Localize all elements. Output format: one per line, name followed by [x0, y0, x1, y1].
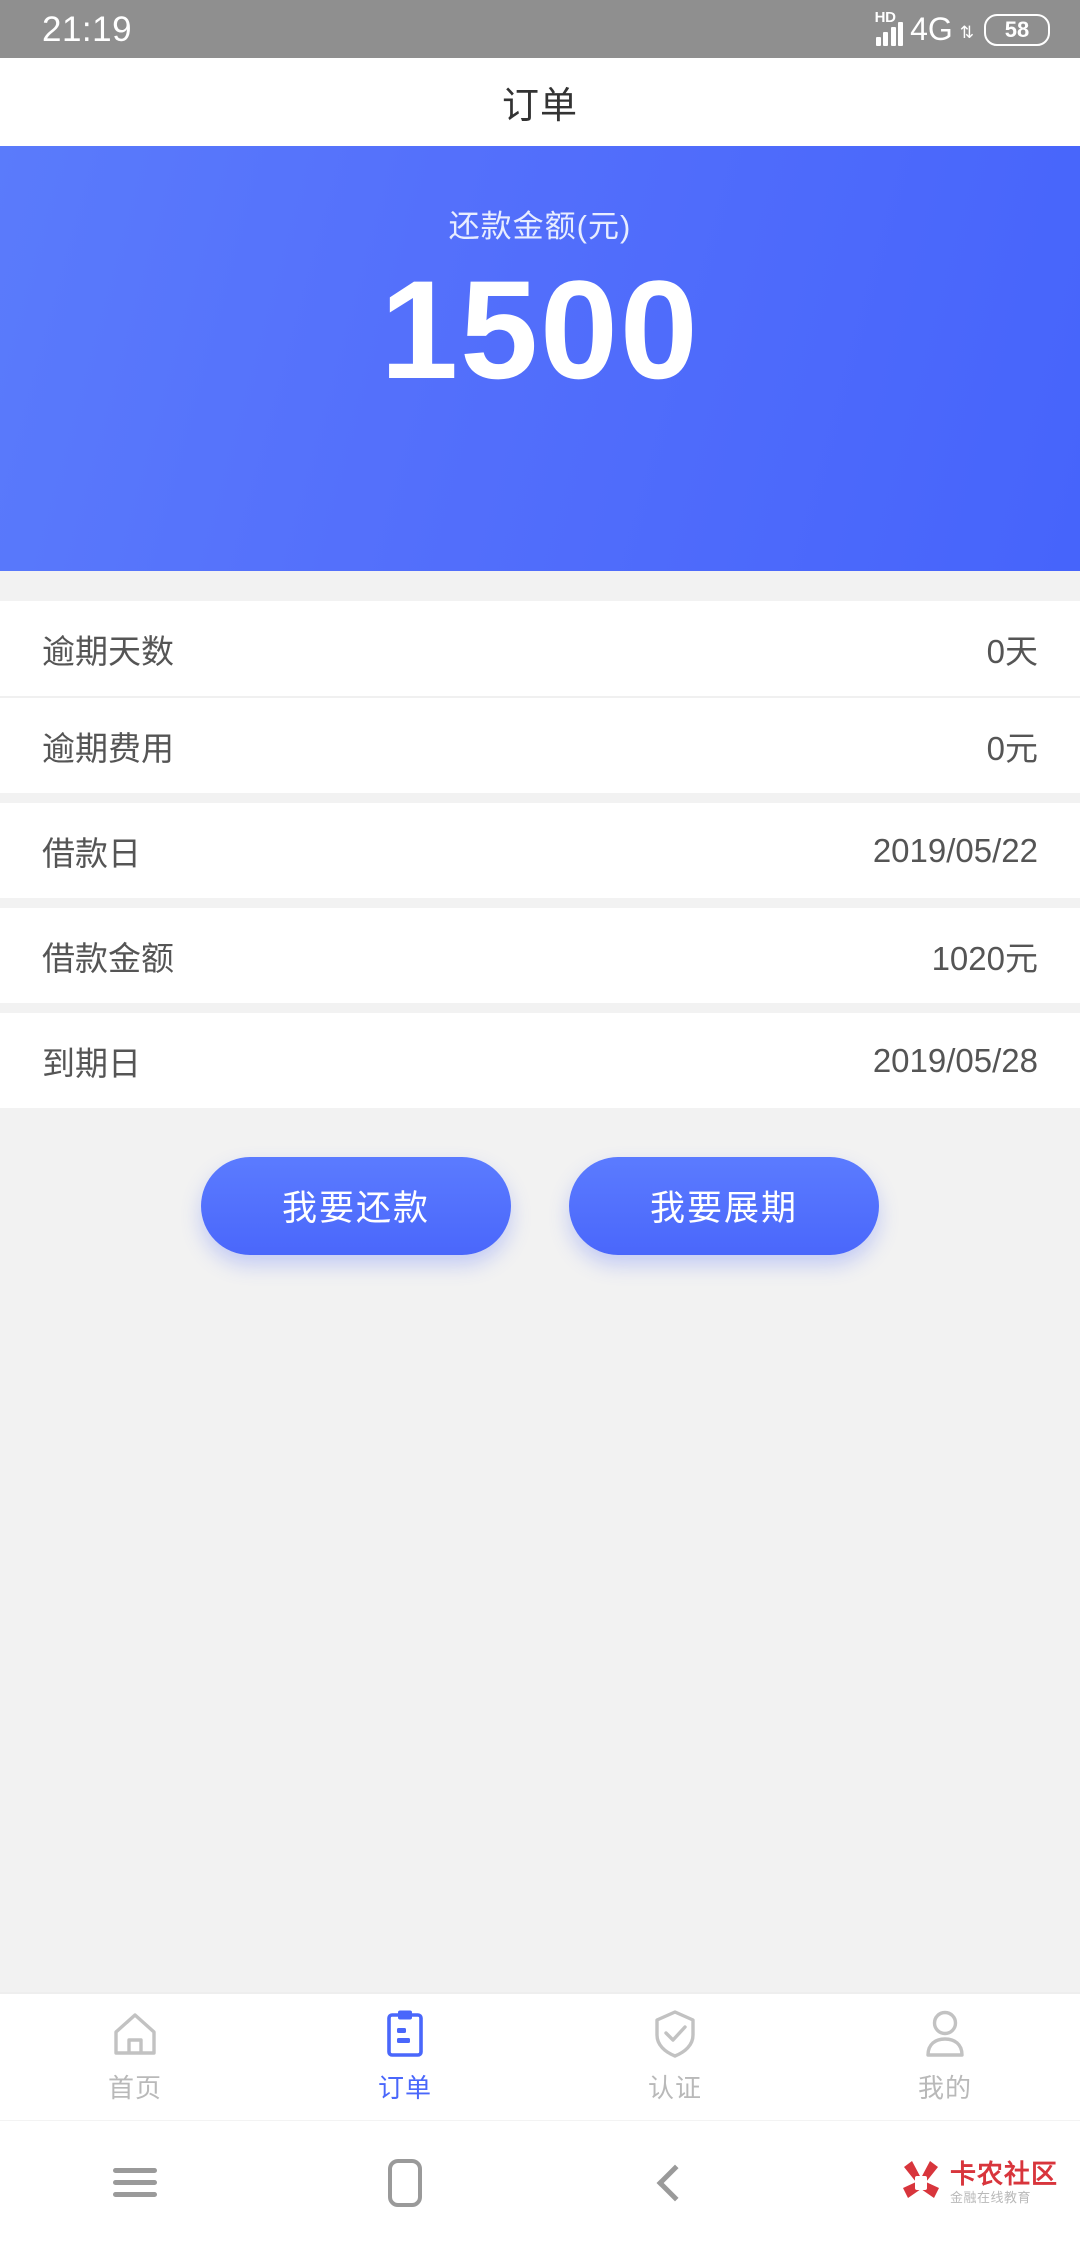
- row-label: 借款日: [42, 834, 141, 872]
- table-row: 借款金额 1020元: [0, 908, 1080, 1003]
- repayment-amount-label: 还款金额(元): [448, 209, 632, 244]
- repay-button[interactable]: 我要还款: [201, 1156, 511, 1255]
- section-divider: [0, 793, 1080, 803]
- tab-label: 首页: [107, 2073, 162, 2103]
- row-value: 0天: [986, 632, 1038, 670]
- row-label: 逾期费用: [42, 729, 174, 767]
- app-header: 订单: [0, 58, 1080, 146]
- row-label: 到期日: [42, 1044, 141, 1082]
- tab-home[interactable]: 首页: [0, 2009, 270, 2105]
- row-label: 借款金额: [42, 939, 174, 977]
- repayment-hero-banner: 还款金额(元) 1500: [0, 146, 1080, 571]
- repayment-amount-value: 1500: [380, 251, 700, 408]
- watermark-title: 卡农社区: [949, 2159, 1058, 2189]
- data-transfer-icon: ⇅: [959, 23, 974, 42]
- tab-label: 订单: [377, 2073, 432, 2103]
- network-type-label: 4G: [910, 11, 953, 47]
- page-title: 订单: [502, 85, 578, 126]
- status-bar-clock: 21:19: [42, 9, 133, 49]
- tab-verification[interactable]: 认证: [540, 2009, 810, 2105]
- loan-details-list: 逾期天数 0天 逾期费用 0元 借款日 2019/05/22 借款金额 1020…: [0, 601, 1080, 1108]
- section-divider: [0, 898, 1080, 908]
- tab-orders[interactable]: 订单: [270, 2009, 540, 2105]
- table-row: 到期日 2019/05/28: [0, 1013, 1080, 1108]
- phone-screen: 21:19 HD 4G ⇅ 58 订单 还款金额(元) 1500 逾期天数 0天: [0, 0, 1080, 2244]
- watermark-text: 卡农社区 金融在线教育: [950, 2161, 1058, 2204]
- hero-list-spacer: [0, 571, 1080, 601]
- section-divider: [0, 1003, 1080, 1013]
- recents-button[interactable]: [0, 2161, 270, 2204]
- clipboard-icon: [383, 2009, 427, 2059]
- kanong-mark-icon: [898, 2158, 944, 2208]
- battery-indicator: 58: [984, 14, 1050, 46]
- hd-icon: HD: [874, 9, 896, 26]
- tab-label: 认证: [647, 2073, 702, 2103]
- back-chevron-icon: [656, 2164, 694, 2201]
- watermark-logo: 卡农社区 金融在线教育: [898, 2158, 1058, 2208]
- extend-button[interactable]: 我要展期: [569, 1156, 879, 1255]
- row-label: 逾期天数: [42, 632, 174, 670]
- back-button[interactable]: [540, 2164, 810, 2201]
- shield-check-icon: [653, 2009, 697, 2059]
- home-square-icon: [388, 2158, 422, 2207]
- menu-icon: [113, 2161, 157, 2204]
- action-button-row: 我要还款 我要展期: [0, 1108, 1080, 1303]
- tab-profile[interactable]: 我的: [810, 2009, 1080, 2105]
- row-value: 1020元: [931, 939, 1038, 977]
- bottom-tab-bar: 首页 订单 认证 我的: [0, 1992, 1080, 2120]
- row-value: 2019/05/22: [872, 831, 1038, 869]
- status-bar: 21:19 HD 4G ⇅ 58: [0, 0, 1080, 58]
- signal-strength-icon: HD: [874, 9, 904, 46]
- home-button[interactable]: [270, 2158, 540, 2207]
- table-row: 逾期天数 0天: [0, 601, 1080, 696]
- person-icon: [923, 2009, 967, 2059]
- table-row: 借款日 2019/05/22: [0, 803, 1080, 898]
- tab-label: 我的: [917, 2073, 972, 2103]
- page-filler: [0, 1303, 1080, 1992]
- system-navigation-bar: 卡农社区 金融在线教育: [0, 2120, 1080, 2244]
- watermark-subtitle: 金融在线教育: [949, 2190, 1031, 2205]
- row-value: 2019/05/28: [872, 1041, 1038, 1079]
- row-value: 0元: [986, 729, 1038, 767]
- home-icon: [111, 2009, 159, 2059]
- status-bar-indicators: HD 4G ⇅ 58: [874, 9, 1050, 47]
- table-row: 逾期费用 0元: [0, 698, 1080, 793]
